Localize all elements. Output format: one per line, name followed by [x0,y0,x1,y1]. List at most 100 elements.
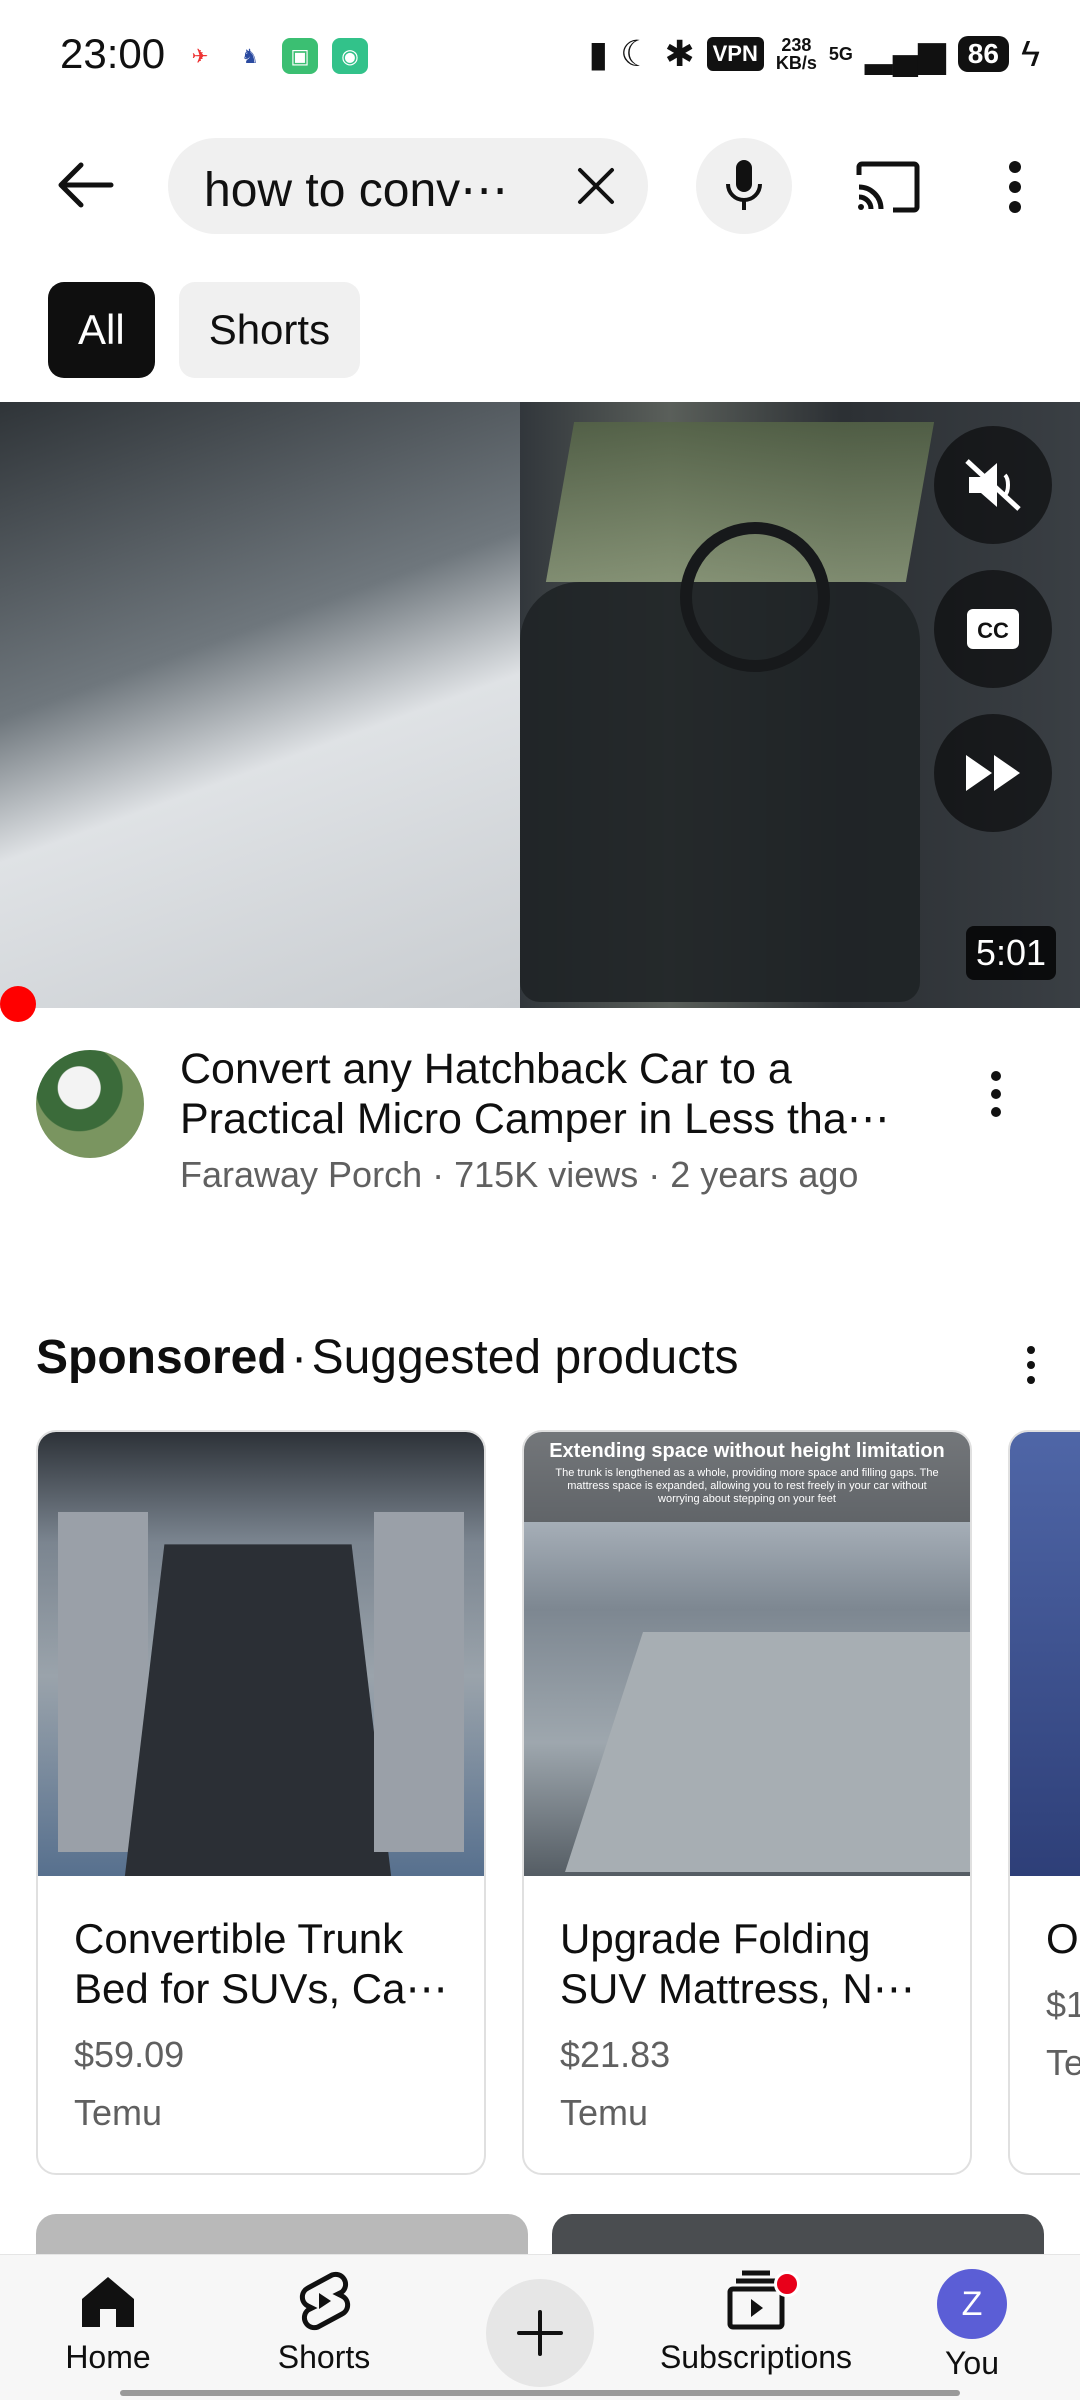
svg-text:CC: CC [977,618,1009,643]
speed-unit: KB/s [775,53,817,73]
gesture-bar[interactable] [120,2390,960,2396]
clear-search-button[interactable] [570,160,622,212]
home-icon [82,2277,134,2327]
nav-you[interactable]: Z You [872,2269,1072,2389]
plus-icon [517,2310,563,2356]
video-metadata: Faraway Porch · 715K views · 2 years ago [180,1154,858,1196]
product-store: Temu [560,2092,649,2133]
arrow-left-icon [58,162,114,208]
bottom-navigation: Home Shorts Subscriptions Z You [0,2254,1080,2400]
product-details: Convertible Trunk Bed for SUVs, Ca⋯ $59.… [38,1876,484,2134]
meta-separator: · [648,1154,661,1195]
product-card[interactable]: O⋯ Ex⋯ $1⋯ Te⋯ [1008,1430,1080,2175]
video-frame-door [0,402,520,1008]
signal-icon: ▂▄▆ [864,33,946,74]
network-speed: 238 KB/s [776,36,817,72]
video-more-button[interactable] [966,1054,1026,1134]
user-avatar: Z [937,2269,1007,2339]
view-count: 715K views [454,1154,639,1195]
product-title: Upgrade Folding SUV Mattress, N⋯ [560,1915,915,2012]
suggested-products-label: Suggested products [311,1331,739,1384]
more-options-button[interactable] [980,152,1050,222]
video-duration: 5:01 [965,926,1056,980]
product-image [38,1432,484,1876]
nav-home-label: Home [65,2339,151,2375]
vpn-badge: VPN [706,37,764,71]
hotspot-icon: ◉ [332,38,368,74]
playback-scrubber[interactable] [0,986,36,1022]
chip-all[interactable]: All [48,282,155,378]
video-title[interactable]: Convert any Hatchback Car to a Practical… [180,1044,920,1144]
video-info[interactable]: Convert any Hatchback Car to a Practical… [0,1040,1080,1210]
sponsored-separator: · [291,1331,308,1384]
voice-search-button[interactable] [696,138,792,234]
search-query: how to conv⋯ [204,164,509,217]
cat-app-icon: ♞ [232,38,268,74]
speed-value: 238 [781,35,812,55]
create-button[interactable] [486,2279,594,2387]
notification-icons: ✈ ♞ ▣ ◉ [182,38,368,74]
next-result-thumbnail[interactable] [552,2214,1044,2254]
mute-button[interactable] [934,426,1052,544]
closed-captions-icon: CC [967,609,1019,649]
notification-dot [774,2271,800,2297]
back-button[interactable] [40,150,130,220]
fast-forward-button[interactable] [934,714,1052,832]
sponsored-label: Sponsored [36,1331,287,1384]
sponsored-header: Sponsored · Suggested products [36,1330,1056,1400]
search-header: how to conv⋯ [0,130,1080,240]
video-frame-steering-wheel [680,522,830,672]
muted-speaker-icon [965,459,1021,511]
battery-level: 86 [957,36,1009,72]
video-thumbnail[interactable]: CC 5:01 [0,402,1080,1008]
product-store: Temu [74,2092,163,2133]
chip-shorts[interactable]: Shorts [178,282,361,378]
product-image-detail [565,1632,970,1872]
product-card[interactable]: Extending space without height limitatio… [522,1430,972,2175]
product-title: O⋯ Ex⋯ [1046,1915,1080,1962]
next-result-thumbnail[interactable] [36,2214,528,2254]
product-card[interactable]: Convertible Trunk Bed for SUVs, Ca⋯ $59.… [36,1430,486,2175]
product-image-banner: Extending space without height limitatio… [524,1432,970,1522]
product-image-caption: The trunk is lengthened as a whole, prov… [555,1467,939,1505]
nav-shorts[interactable]: Shorts [224,2269,424,2389]
product-image-detail [374,1512,464,1852]
upload-age: 2 years ago [670,1154,859,1195]
microphone-icon [726,160,762,210]
channel-avatar[interactable] [36,1050,144,1158]
search-input[interactable]: how to conv⋯ [168,138,648,234]
product-details: Upgrade Folding SUV Mattress, N⋯ $21.83 … [524,1876,970,2134]
nav-subscriptions[interactable]: Subscriptions [656,2269,856,2389]
product-title: Convertible Trunk Bed for SUVs, Ca⋯ [74,1915,448,2012]
product-image: Extending space without height limitatio… [524,1432,970,1876]
product-image [1010,1432,1080,1876]
fast-forward-icon [966,755,1020,791]
vertical-dots-icon [1027,1346,1035,1384]
do-not-disturb-icon: ☾ [620,33,653,74]
nav-home[interactable]: Home [8,2269,208,2389]
close-icon [578,168,614,204]
app-notification-icon: ✈ [182,38,218,74]
product-price: $1⋯ [1046,1984,1080,2025]
cast-button[interactable] [848,152,928,222]
vertical-dots-icon [991,1071,1001,1117]
vertical-dots-icon [1009,161,1021,213]
charging-icon: ϟ [1020,33,1040,74]
product-details: O⋯ Ex⋯ $1⋯ Te⋯ [1010,1876,1080,2084]
filter-chips: All Shorts [48,282,361,378]
product-price: $21.83 [560,2034,671,2075]
status-bar: 23:00 ✈ ♞ ▣ ◉ ▮ ☾ ✱ VPN 238 KB/s 5G ▂▄▆ … [0,0,1080,110]
nav-subscriptions-label: Subscriptions [659,2339,853,2375]
app-notification-icon: ▣ [282,38,318,74]
shorts-icon [299,2271,351,2331]
product-price: $59.09 [74,2034,185,2075]
product-carousel[interactable]: Convertible Trunk Bed for SUVs, Ca⋯ $59.… [36,1430,1080,2180]
bluetooth-icon: ✱ [664,33,695,74]
status-right: ▮ ☾ ✱ VPN 238 KB/s 5G ▂▄▆ 86 ϟ [588,34,1040,74]
sponsored-more-button[interactable] [1006,1330,1056,1400]
vibrate-icon: ▮ [588,33,609,74]
channel-name: Faraway Porch [180,1154,423,1195]
network-type: 5G [828,43,853,64]
captions-button[interactable]: CC [934,570,1052,688]
nav-shorts-label: Shorts [277,2339,371,2375]
